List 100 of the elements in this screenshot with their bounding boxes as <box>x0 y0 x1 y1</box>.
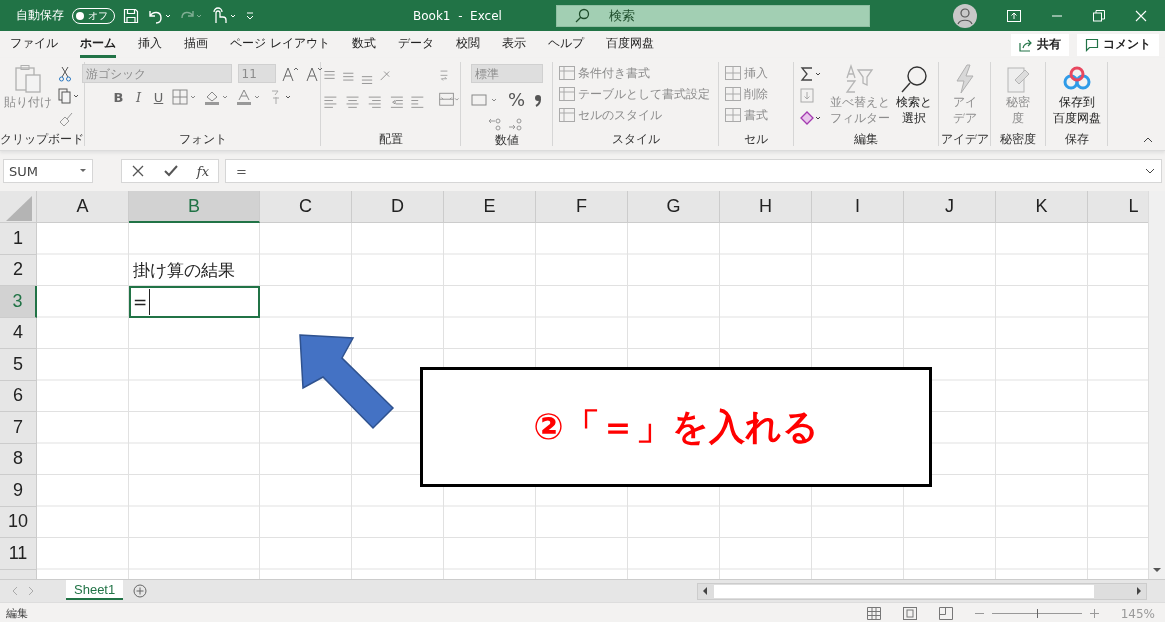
autosave-label: 自動保存 <box>16 7 64 24</box>
row-header[interactable]: 6 <box>0 380 37 412</box>
page-break-icon[interactable] <box>938 607 953 620</box>
row-header[interactable]: 3 <box>0 286 37 318</box>
close-icon[interactable] <box>1135 9 1147 22</box>
borders-icon[interactable] <box>171 89 198 105</box>
grid-icon <box>725 66 741 80</box>
collapse-ribbon-icon[interactable] <box>1143 136 1153 144</box>
vertical-scrollbar[interactable] <box>1148 191 1165 579</box>
fill-color-icon[interactable] <box>203 89 230 105</box>
row-header[interactable]: 9 <box>0 475 37 507</box>
horizontal-scrollbar[interactable] <box>697 582 1147 600</box>
group-label: セル <box>744 132 768 146</box>
ribbon-tab[interactable]: ページ レイアウト <box>230 31 330 58</box>
table-style-icon <box>559 108 575 122</box>
ribbon-tab[interactable]: 数式 <box>351 31 376 58</box>
column-header[interactable]: G <box>628 191 720 223</box>
search-icon <box>899 64 929 94</box>
search-field[interactable]: 検索 <box>556 4 870 27</box>
restore-icon[interactable] <box>1093 9 1105 22</box>
scroll-down-icon[interactable] <box>1152 567 1162 573</box>
expand-icon <box>1145 168 1155 174</box>
column-header[interactable]: A <box>37 191 129 223</box>
row-header[interactable]: 4 <box>0 317 37 349</box>
column-header[interactable]: E <box>444 191 536 223</box>
callout-text: ②「＝」を入れる <box>533 404 819 449</box>
column-header[interactable]: L <box>1088 191 1148 223</box>
row-header[interactable]: 5 <box>0 349 37 381</box>
insert-function-button[interactable]: fx <box>196 163 209 179</box>
ribbon-display-icon[interactable] <box>1007 9 1021 22</box>
row-header[interactable]: 10 <box>0 506 37 538</box>
group-label: フォント <box>178 132 227 146</box>
active-cell[interactable]: = <box>129 286 260 318</box>
share-button[interactable]: 共有 <box>1011 33 1069 56</box>
save-icon[interactable] <box>123 7 139 24</box>
ribbon-tab[interactable]: 百度网盘 <box>605 31 654 58</box>
add-sheet-icon[interactable] <box>133 584 148 598</box>
font-color-icon[interactable] <box>235 89 262 105</box>
name-box[interactable]: SUM <box>3 159 93 183</box>
row-header[interactable]: 11 <box>0 538 37 570</box>
scroll-right-icon[interactable] <box>1136 586 1142 596</box>
share-icon <box>1019 37 1033 52</box>
checkmark-icon[interactable] <box>162 164 179 178</box>
ribbon-tab[interactable]: 挿入 <box>138 31 162 58</box>
format-painter-icon[interactable] <box>58 110 74 126</box>
sheet-tab[interactable]: Sheet1 <box>66 580 124 600</box>
find-select-button[interactable]: 検索と 選択 <box>896 64 932 126</box>
grid-icon <box>725 87 741 101</box>
group-label: 秘密度 <box>1000 132 1036 146</box>
sort-filter-icon <box>845 64 875 94</box>
table-style-icon <box>559 66 575 80</box>
italic-button[interactable]: I <box>131 89 146 105</box>
table-cell[interactable]: 掛け算の結果 <box>129 254 260 286</box>
row-header[interactable]: 8 <box>0 443 37 475</box>
save-to-cloud-button[interactable]: 保存到 百度网盘 <box>1052 64 1101 126</box>
group-label: 編集 <box>854 132 878 146</box>
scrollbar-thumb[interactable] <box>714 584 1094 598</box>
scroll-left-icon[interactable] <box>702 586 708 596</box>
percent-button[interactable]: % <box>506 89 527 110</box>
underline-button[interactable]: U <box>151 89 166 105</box>
group-label: 数値 <box>494 133 519 147</box>
group-label: 配置 <box>378 132 403 146</box>
scissors-icon[interactable] <box>58 66 72 82</box>
column-header[interactable]: J <box>904 191 996 223</box>
comment-button[interactable]: コメント <box>1077 33 1159 56</box>
ribbon-tab[interactable]: ファイル <box>10 31 58 58</box>
ribbon-tab[interactable]: 描画 <box>184 31 208 58</box>
column-header[interactable]: K <box>996 191 1088 223</box>
cancel-icon[interactable] <box>130 164 145 178</box>
bold-button[interactable]: B <box>111 89 126 105</box>
clipboard-icon <box>14 64 42 94</box>
normal-view-icon[interactable] <box>866 607 881 620</box>
ribbon-tab[interactable]: 校閲 <box>455 31 480 58</box>
status-mode: 編集 <box>6 606 28 621</box>
copy-icon[interactable] <box>58 88 80 104</box>
document-tag-icon <box>1005 64 1031 94</box>
column-header[interactable]: B <box>129 191 260 223</box>
zoom-in-icon[interactable] <box>1089 609 1099 618</box>
ribbon-tab[interactable]: データ <box>397 31 434 58</box>
column-header[interactable]: F <box>536 191 628 223</box>
column-header[interactable]: D <box>352 191 444 223</box>
group-label: クリップボード <box>0 132 84 146</box>
ribbon-tab[interactable]: ヘルプ <box>547 31 584 58</box>
search-icon <box>574 7 590 24</box>
touch-mode-icon[interactable] <box>211 6 237 25</box>
page-layout-icon[interactable] <box>902 607 917 620</box>
group-label: アイデア <box>940 132 989 146</box>
column-header[interactable]: I <box>812 191 904 223</box>
ribbon-tab[interactable]: 表示 <box>501 31 526 58</box>
formula-field[interactable]: = <box>225 159 1162 183</box>
row-header[interactable]: 1 <box>0 223 37 255</box>
column-header[interactable]: C <box>260 191 352 223</box>
customize-icon[interactable] <box>245 10 255 21</box>
decrease-font-icon[interactable] <box>305 65 324 82</box>
ribbon-tab[interactable]: ホーム <box>80 31 116 58</box>
increase-font-icon[interactable] <box>281 65 300 82</box>
column-header[interactable]: H <box>720 191 812 223</box>
row-header[interactable]: 2 <box>0 254 37 286</box>
row-header[interactable]: 7 <box>0 412 37 444</box>
avatar-icon[interactable] <box>953 3 977 28</box>
